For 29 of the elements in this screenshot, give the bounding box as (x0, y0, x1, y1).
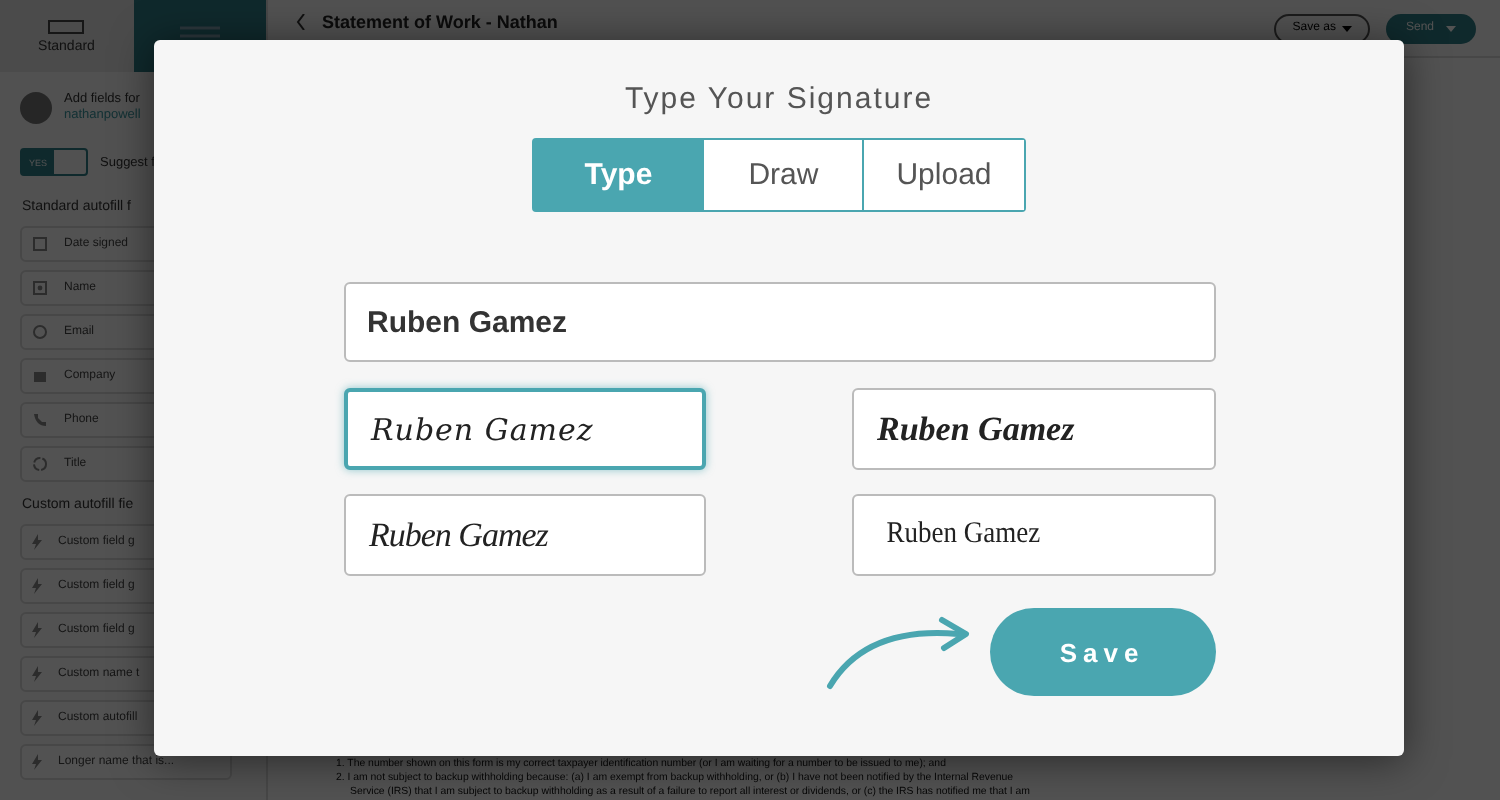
field-icon (48, 19, 85, 33)
mode-tab[interactable]: Upload (862, 140, 1024, 210)
lightning-icon (32, 622, 42, 638)
lightning-icon (32, 710, 42, 726)
lightning-icon (32, 534, 42, 550)
signature-option[interactable]: Ruben Gamez (851, 494, 1215, 576)
phone-icon (32, 412, 48, 428)
name-input[interactable]: Ruben Gamez (343, 282, 1215, 362)
signature-option[interactable]: Ruben Gamez (343, 494, 705, 576)
save-button[interactable]: Save (989, 608, 1215, 696)
back-icon (296, 14, 306, 30)
signature-option[interactable]: Ruben Gamez (343, 388, 705, 470)
email-icon (32, 324, 48, 340)
date-icon (32, 236, 48, 252)
person-icon (32, 280, 48, 296)
company-icon (32, 368, 48, 384)
lightning-icon (32, 578, 42, 594)
lightning-icon (32, 754, 42, 770)
dialog-title: Type Your Signature (624, 82, 934, 116)
arrow-icon (825, 614, 973, 690)
lightning-icon (32, 666, 42, 682)
title-icon (32, 456, 48, 472)
signature-option[interactable]: Ruben Gamez (851, 388, 1215, 470)
mode-tab[interactable]: Type (534, 140, 703, 210)
caret-icon (1341, 25, 1352, 31)
document-title: Statement of Work - Nathan (322, 12, 560, 36)
caret-icon (1446, 25, 1456, 31)
mode-tab[interactable]: Draw (702, 140, 863, 210)
avatar (20, 92, 52, 124)
